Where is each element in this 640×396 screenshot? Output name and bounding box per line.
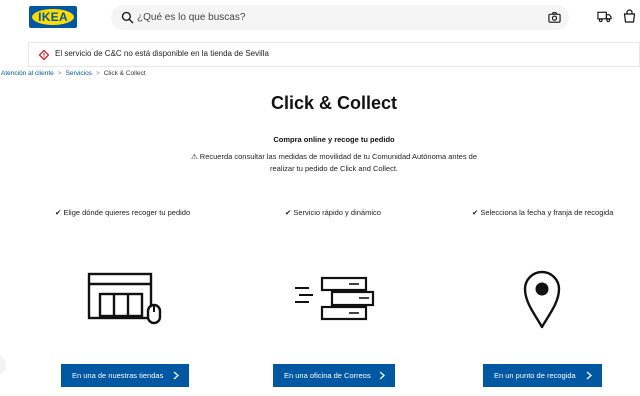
search-input[interactable] [137,9,537,26]
camera-icon[interactable] [548,11,561,24]
fast-boxes-icon [295,276,375,321]
shopping-bag-icon[interactable] [623,9,636,23]
button-label: En una oficina de Correos [284,371,371,380]
ikea-logo[interactable]: IKEA [29,6,77,28]
search-bar[interactable] [111,5,569,30]
feature-fast-service: ✔ Servicio rápido y dinámico [285,208,381,217]
alert-text: El servicio de C&C no está disponible en… [55,49,269,58]
breadcrumb-customer-service[interactable]: Atención al cliente [1,70,54,77]
pickup-in-store-button[interactable]: En una de nuestras tiendas [61,364,189,387]
feature-choose-location: ✔ Elige dónde quieres recoger tu pedido [55,208,191,217]
location-pin-icon [523,270,561,329]
button-label: En una de nuestras tiendas [72,371,164,380]
pickup-post-office-button[interactable]: En una oficina de Correos [273,364,395,387]
button-label: En un punto de recogida [494,371,576,380]
page-title: Click & Collect [270,93,398,113]
chevron-right-icon [173,371,179,380]
store-with-mouse-icon [87,272,162,325]
breadcrumb-separator: > [57,70,62,77]
side-panel-handle[interactable] [0,354,6,376]
header: IKEA [0,0,640,36]
chevron-right-icon [379,371,385,380]
breadcrumb-current: Click & Collect [103,70,146,77]
breadcrumb-services[interactable]: Servicios [66,70,92,77]
breadcrumb-separator: > [95,70,100,77]
search-icon[interactable] [121,11,134,24]
feature-select-date: ✔ Selecciona la fecha y franja de recogi… [472,208,614,217]
warning-diamond-icon [39,50,49,60]
chevron-right-icon [586,371,592,380]
page-subtitle: Compra online y recoge tu pedido [273,135,395,144]
store-availability-alert: El servicio de C&C no está disponible en… [28,42,640,67]
pickup-point-button[interactable]: En un punto de recogida [483,364,602,387]
logo-text: IKEA [38,10,68,24]
breadcrumb: Atención al cliente > Servicios > Click … [1,70,146,77]
truck-icon[interactable] [597,10,612,23]
mobility-notice: ⚠ Recuerda consultar las medidas de movi… [190,152,478,173]
